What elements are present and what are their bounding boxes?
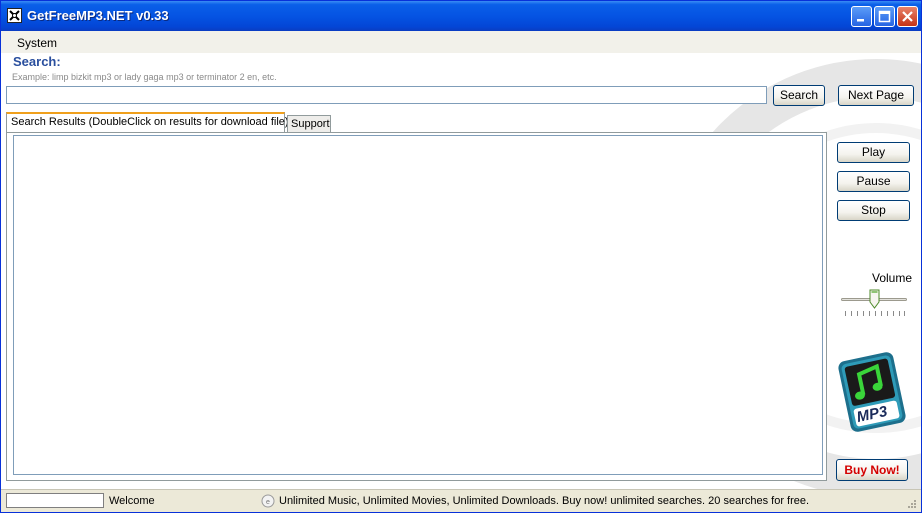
app-icon[interactable] xyxy=(7,8,22,23)
search-input[interactable] xyxy=(6,86,767,104)
svg-text:e: e xyxy=(266,499,270,506)
results-panel xyxy=(6,132,827,481)
stop-button[interactable]: Stop xyxy=(837,200,910,221)
volume-slider-thumb[interactable] xyxy=(869,289,880,309)
close-button[interactable] xyxy=(897,6,918,27)
next-page-button[interactable]: Next Page xyxy=(838,85,914,106)
search-button[interactable]: Search xyxy=(773,85,825,106)
volume-slider-ticks xyxy=(845,311,905,316)
menu-bar: System xyxy=(1,31,921,53)
buy-now-button[interactable]: Buy Now! xyxy=(836,459,908,481)
tab-support[interactable]: Support xyxy=(287,115,331,133)
info-icon: e xyxy=(261,494,275,508)
resize-grip-icon[interactable] xyxy=(905,498,917,510)
minimize-button[interactable] xyxy=(851,6,872,27)
pause-button[interactable]: Pause xyxy=(837,171,910,192)
app-window: GetFreeMP3.NET v0.33 System Search: Exam… xyxy=(0,0,922,513)
search-label: Search: xyxy=(13,54,61,69)
volume-label: Volume xyxy=(872,271,913,285)
play-button[interactable]: Play xyxy=(837,142,910,163)
results-list[interactable] xyxy=(13,135,823,475)
mp3-logo: MP3 xyxy=(834,348,910,436)
menu-item-system[interactable]: System xyxy=(17,36,57,50)
tab-search-results[interactable]: Search Results (DoubleClick on results f… xyxy=(6,112,289,133)
search-example-hint: Example: limp bizkit mp3 or lady gaga mp… xyxy=(12,72,277,82)
main-panel: Search: Example: limp bizkit mp3 or lady… xyxy=(1,53,921,512)
status-bar: Welcome e Unlimited Music, Unlimited Mov… xyxy=(1,489,921,512)
title-bar[interactable]: GetFreeMP3.NET v0.33 xyxy=(1,1,921,31)
status-message: Unlimited Music, Unlimited Movies, Unlim… xyxy=(279,495,810,507)
status-progress-box xyxy=(6,493,104,508)
status-welcome-text: Welcome xyxy=(109,495,155,507)
window-title: GetFreeMP3.NET v0.33 xyxy=(27,8,169,23)
maximize-button[interactable] xyxy=(874,6,895,27)
